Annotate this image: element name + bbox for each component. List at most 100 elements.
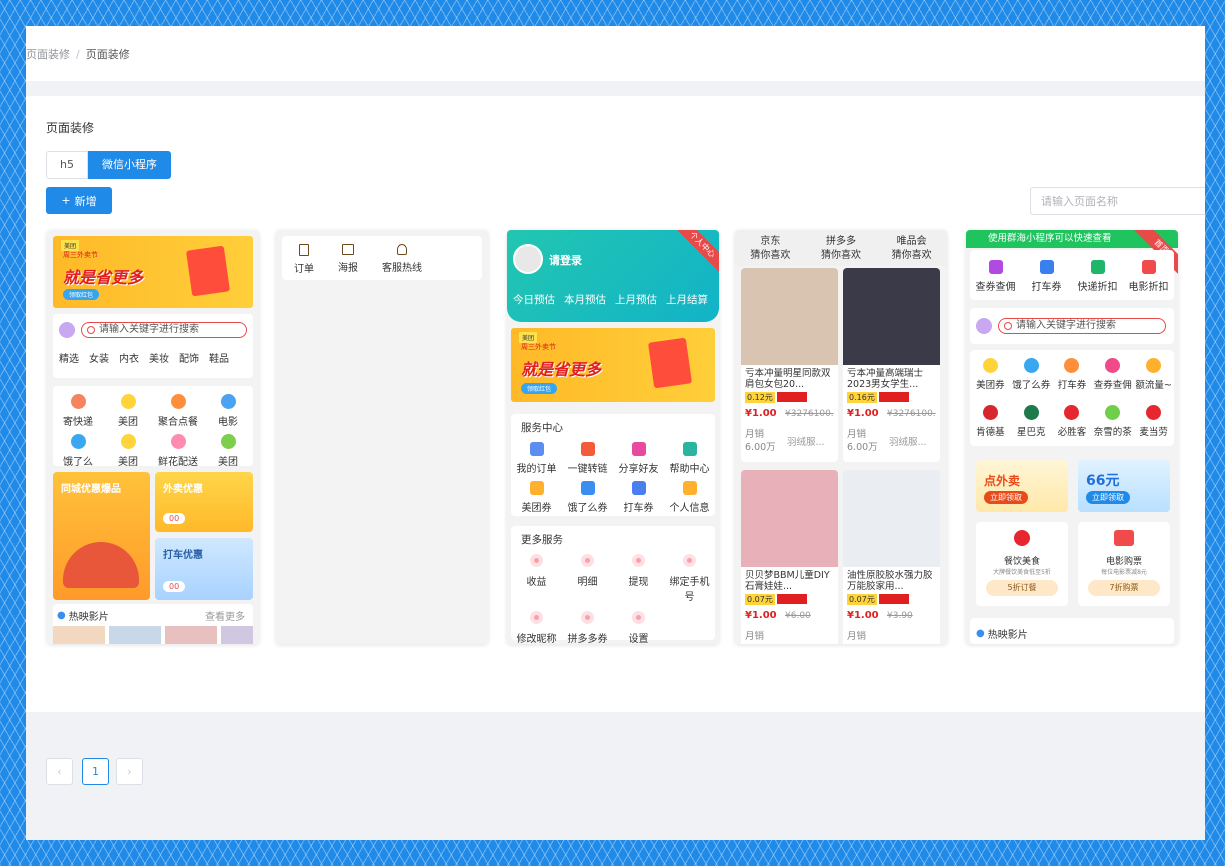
- promo-tile-taxi[interactable]: 打车优惠 00: [155, 538, 253, 600]
- tile-movie[interactable]: 电影购票 每位电影票减8元 7折购票: [1078, 522, 1170, 606]
- poster-item[interactable]: 海报: [338, 244, 358, 280]
- category-tab[interactable]: 配饰: [179, 350, 199, 365]
- tab-mini-program[interactable]: 微信小程序: [87, 151, 171, 179]
- product-card[interactable]: 贝贝梦BBM儿童DIY石膏娃娃... 0.07元 ¥1.00 ¥6.00 月销: [741, 470, 838, 644]
- hotline-item[interactable]: 客服热线: [382, 244, 422, 280]
- brand-item[interactable]: 肯德基: [970, 405, 1011, 446]
- quick-item[interactable]: 电影折扣: [1123, 260, 1174, 300]
- brand-item[interactable]: 美团券: [970, 358, 1011, 399]
- movie-poster[interactable]: [53, 626, 105, 644]
- tab-h5[interactable]: h5: [46, 151, 88, 179]
- login-link[interactable]: 请登录: [549, 252, 582, 268]
- grid-item[interactable]: 美团: [103, 434, 153, 468]
- order-item[interactable]: 订单: [294, 244, 314, 280]
- stat-month[interactable]: 本月预估: [564, 292, 606, 307]
- more-service-item[interactable]: 拼多多券: [562, 611, 613, 644]
- more-service-item[interactable]: 收益: [511, 554, 562, 603]
- product-image[interactable]: [843, 268, 940, 365]
- promo-takeout[interactable]: 点外卖 立即领取: [976, 460, 1068, 512]
- robot-icon[interactable]: [59, 322, 75, 338]
- product-image[interactable]: [741, 268, 838, 365]
- more-service-item[interactable]: 提现: [613, 554, 664, 603]
- more-service-item[interactable]: 设置: [613, 611, 664, 644]
- platform-tab[interactable]: 拼多多 猜你喜欢: [821, 235, 861, 266]
- template-card-5[interactable]: 使用群海小程序可以快速查看 首页 查券查佣 打车券 快递折扣 电影折扣 请输入关键字进…: [966, 230, 1178, 644]
- brand-item[interactable]: 奈雪的茶: [1092, 405, 1133, 446]
- more-service-item[interactable]: 明细: [562, 554, 613, 603]
- promo-banner[interactable]: 美团 周三外卖节 就是省更多 领取红包: [53, 236, 253, 308]
- service-label: 美团券: [521, 503, 552, 514]
- stat-last-month[interactable]: 上月预估: [615, 292, 657, 307]
- service-item[interactable]: 打车券: [613, 481, 664, 514]
- page-1-button[interactable]: 1: [82, 758, 109, 785]
- template-card-4[interactable]: 京东 猜你喜欢 拼多多 猜你喜欢 唯品会 猜你喜欢 亏本冲量明星同款双肩包女包20... 0…: [735, 230, 947, 644]
- grid-item[interactable]: 鲜花配送: [153, 434, 203, 468]
- product-card[interactable]: 亏本冲量明星同款双肩包女包20... 0.12元 ¥1.00 ¥3276100. 月销 …: [741, 268, 838, 462]
- grid-item[interactable]: 聚合点餐: [153, 394, 203, 428]
- movie-poster[interactable]: [221, 626, 253, 644]
- quick-item[interactable]: 快递折扣: [1072, 260, 1123, 300]
- service-item[interactable]: 一键转链: [562, 442, 613, 475]
- tile-dining[interactable]: 餐饮美食 大牌餐饮美食低至5折 5折订餐: [976, 522, 1068, 606]
- product-card[interactable]: 油性原胶胶水强力胶万能胶家用... 0.07元 ¥1.00 ¥3.90 月销: [843, 470, 940, 644]
- template-card-3[interactable]: 请登录 今日预估 本月预估 上月预估 上月结算 个人中心 美团 周三外卖节 就是…: [507, 230, 719, 644]
- category-tab[interactable]: 女装: [89, 350, 109, 365]
- category-tab[interactable]: 美妆: [149, 350, 169, 365]
- grid-item[interactable]: 寄快递: [53, 394, 103, 428]
- tile-sub: 每位电影票减8元: [1101, 569, 1147, 576]
- search-input[interactable]: 请输入关键字进行搜索: [81, 322, 247, 338]
- brand-item[interactable]: 必胜客: [1052, 405, 1093, 446]
- more-service-item[interactable]: 绑定手机号: [664, 554, 715, 603]
- brand-item[interactable]: 查券查佣: [1092, 358, 1133, 399]
- grid-item[interactable]: 美团: [203, 434, 253, 468]
- prev-page-button[interactable]: ‹: [46, 758, 73, 785]
- search-input[interactable]: 请输入关键字进行搜索: [998, 318, 1166, 334]
- robot-icon[interactable]: [976, 318, 992, 334]
- movie-poster[interactable]: [109, 626, 161, 644]
- service-item[interactable]: 美团券: [511, 481, 562, 514]
- brand-item[interactable]: 额流量~: [1133, 358, 1174, 399]
- tile-button[interactable]: 7折购票: [1088, 580, 1160, 596]
- template-card-1[interactable]: 美团 周三外卖节 就是省更多 领取红包 请输入关键字进行搜索 精选 女装 内衣 …: [47, 230, 259, 644]
- quick-item[interactable]: 打车券: [1021, 260, 1072, 300]
- grid-item[interactable]: 电影: [203, 394, 253, 428]
- page-name-search-input[interactable]: [1030, 187, 1205, 215]
- see-more-link[interactable]: 查看更多: [205, 608, 245, 623]
- promo-banner[interactable]: 美团 周三外卖节 就是省更多 领取红包: [511, 328, 715, 402]
- grid-item[interactable]: 饿了么: [53, 434, 103, 468]
- service-item[interactable]: 个人信息: [664, 481, 715, 514]
- more-service-label: 拼多多券: [567, 634, 608, 644]
- quick-item[interactable]: 查券查佣: [970, 260, 1021, 300]
- stat-settled[interactable]: 上月结算: [666, 292, 708, 307]
- category-tab[interactable]: 精选: [59, 350, 79, 365]
- avatar[interactable]: [513, 244, 543, 274]
- brand-item[interactable]: 麦当劳: [1133, 405, 1174, 446]
- grid-item[interactable]: 美团: [103, 394, 153, 428]
- category-tab[interactable]: 鞋品: [209, 350, 229, 365]
- next-page-button[interactable]: ›: [116, 758, 143, 785]
- breadcrumb-root[interactable]: 页面装修: [26, 48, 70, 61]
- brand-item[interactable]: 饿了么券: [1011, 358, 1052, 399]
- product-image[interactable]: [741, 470, 838, 567]
- promo-coupon[interactable]: 66元 立即领取: [1078, 460, 1170, 512]
- platform-tab[interactable]: 京东 猜你喜欢: [750, 235, 790, 266]
- more-service-item[interactable]: 修改昵称: [511, 611, 562, 644]
- template-card-2[interactable]: 订单 海报 客服热线: [276, 230, 488, 644]
- brand-item[interactable]: 打车券: [1052, 358, 1093, 399]
- promo-tile-local[interactable]: 同城优惠爆品: [53, 472, 150, 600]
- service-item[interactable]: 帮助中心: [664, 442, 715, 475]
- tile-button[interactable]: 5折订餐: [986, 580, 1058, 596]
- add-page-button[interactable]: + 新增: [46, 187, 112, 214]
- brand-item[interactable]: 星巴克: [1011, 405, 1052, 446]
- platform-tab[interactable]: 唯品会 猜你喜欢: [892, 235, 932, 266]
- service-icon: [580, 481, 595, 495]
- promo-tile-takeout[interactable]: 外卖优惠 00: [155, 472, 253, 532]
- product-card[interactable]: 亏本冲量高端瑞士2023男女学生... 0.16元 ¥1.00 ¥3276100. 月销…: [843, 268, 940, 462]
- service-item[interactable]: 饿了么券: [562, 481, 613, 514]
- category-tab[interactable]: 内衣: [119, 350, 139, 365]
- stat-today[interactable]: 今日预估: [513, 292, 555, 307]
- movie-poster[interactable]: [165, 626, 217, 644]
- service-item[interactable]: 我的订单: [511, 442, 562, 475]
- product-image[interactable]: [843, 470, 940, 567]
- service-item[interactable]: 分享好友: [613, 442, 664, 475]
